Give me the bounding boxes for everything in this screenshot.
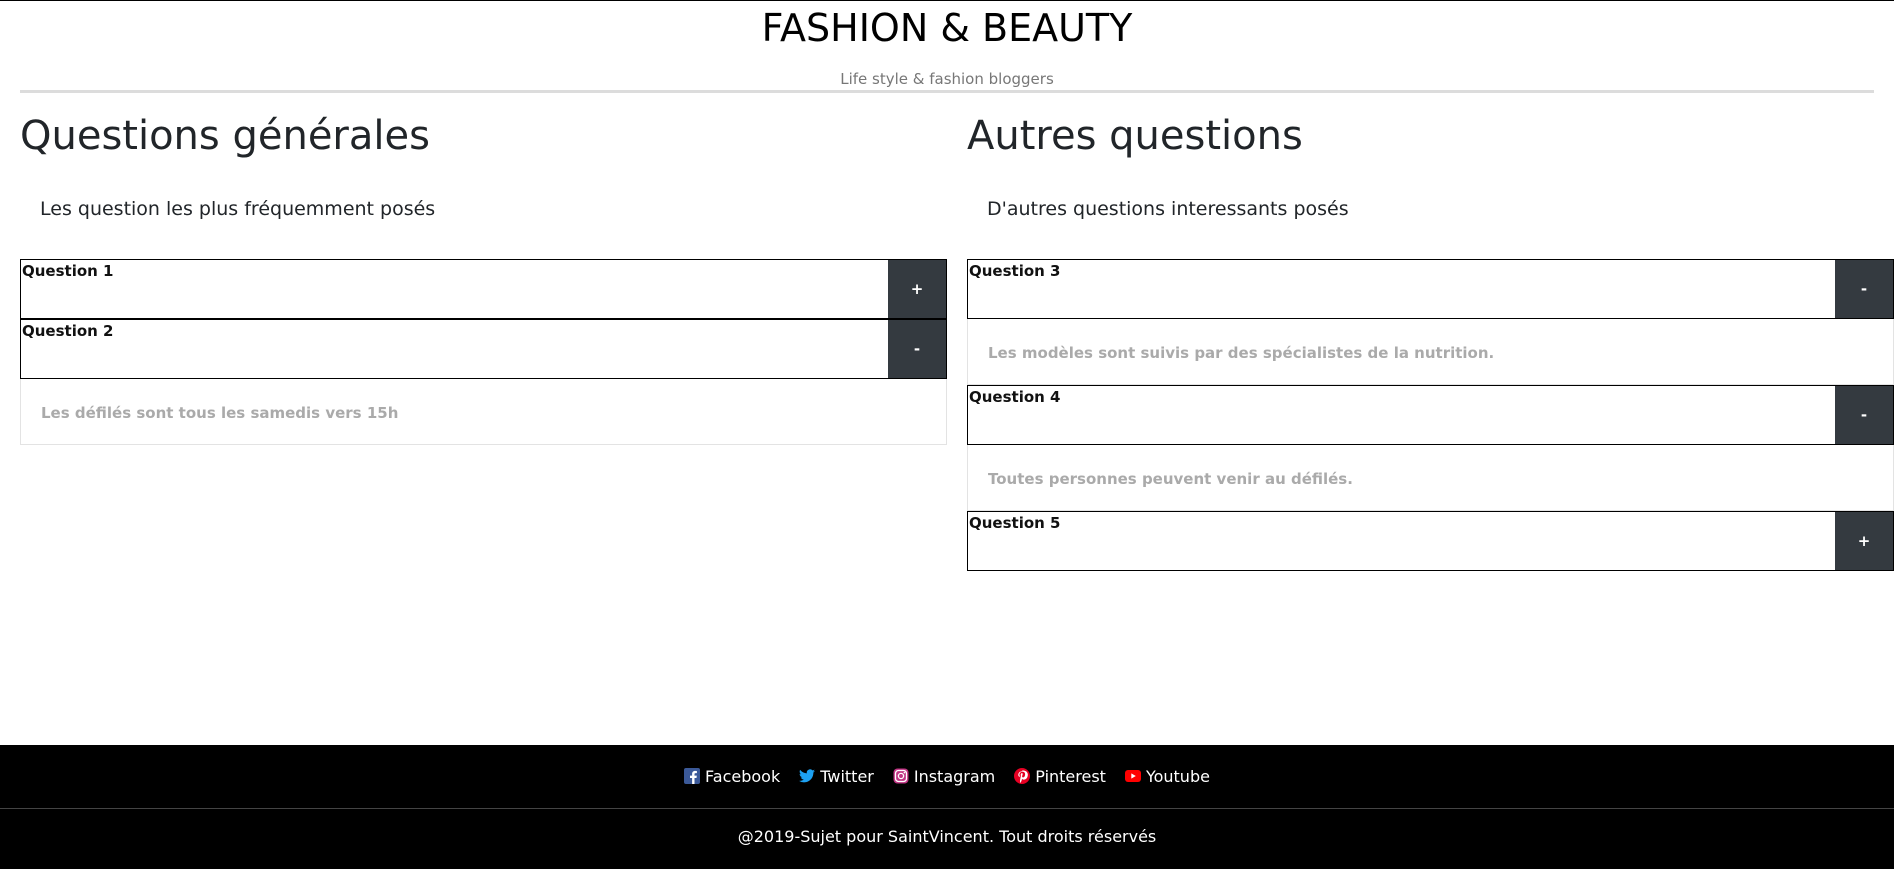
expand-toggle-button[interactable]: + (1835, 512, 1893, 570)
site-footer: Facebook Twitter Instagram Pinterest You… (0, 745, 1894, 869)
facebook-link[interactable]: Facebook (684, 767, 780, 786)
section-title: Questions générales (20, 113, 430, 159)
site-title: FASHION & BEAUTY (761, 6, 1133, 50)
pinterest-link[interactable]: Pinterest (1014, 767, 1106, 786)
question-label: Question 2 (22, 322, 114, 340)
answer-text: Les défilés sont tous les samedis vers 1… (41, 404, 399, 422)
pinterest-label: Pinterest (1035, 766, 1106, 786)
question-label: Question 5 (969, 514, 1061, 532)
youtube-icon (1124, 768, 1141, 784)
twitter-label: Twitter (820, 766, 874, 786)
expand-toggle-button[interactable]: + (888, 260, 946, 318)
facebook-icon (684, 768, 701, 784)
twitter-icon (799, 768, 816, 784)
instagram-icon (893, 768, 909, 784)
question-label: Question 1 (22, 262, 114, 280)
faq-question-4[interactable]: Question 4 - (967, 385, 1894, 445)
question-label: Question 3 (969, 262, 1061, 280)
faq-answer-4: Toutes personnes peuvent venir au défilé… (967, 445, 1894, 511)
question-label: Question 4 (969, 388, 1061, 406)
site-tagline: Life style & fashion bloggers (840, 70, 1054, 88)
youtube-label: Youtube (1145, 766, 1210, 786)
copyright-text: @2019-Sujet pour SaintVincent. Tout droi… (737, 827, 1157, 846)
facebook-label: Facebook (705, 766, 781, 786)
section-subtitle: D'autres questions interessants posés (987, 198, 1349, 220)
faq-answer-3: Les modèles sont suivis par des spéciali… (967, 319, 1894, 385)
footer-divider (0, 808, 1894, 809)
collapse-toggle-button[interactable]: - (1835, 260, 1893, 318)
pinterest-icon (1014, 768, 1031, 784)
instagram-link[interactable]: Instagram (893, 767, 995, 786)
instagram-label: Instagram (913, 766, 996, 786)
section-title: Autres questions (967, 113, 1303, 159)
section-subtitle: Les question les plus fréquemment posés (40, 198, 436, 220)
site-header: FASHION & BEAUTY Life style & fashion bl… (20, 1, 1874, 93)
faq-question-5[interactable]: Question 5 + (967, 511, 1894, 571)
twitter-link[interactable]: Twitter (799, 767, 874, 786)
faq-question-2[interactable]: Question 2 - (20, 319, 947, 379)
youtube-link[interactable]: Youtube (1124, 766, 1210, 786)
faq-question-3[interactable]: Question 3 - (967, 259, 1894, 319)
collapse-toggle-button[interactable]: - (1835, 386, 1893, 444)
collapse-toggle-button[interactable]: - (888, 320, 946, 378)
answer-text: Les modèles sont suivis par des spéciali… (988, 344, 1495, 362)
faq-question-1[interactable]: Question 1 + (20, 259, 947, 319)
faq-answer-2: Les défilés sont tous les samedis vers 1… (20, 379, 947, 445)
social-links: Facebook Twitter Instagram Pinterest You… (0, 761, 1894, 791)
answer-text: Toutes personnes peuvent venir au défilé… (988, 470, 1353, 488)
